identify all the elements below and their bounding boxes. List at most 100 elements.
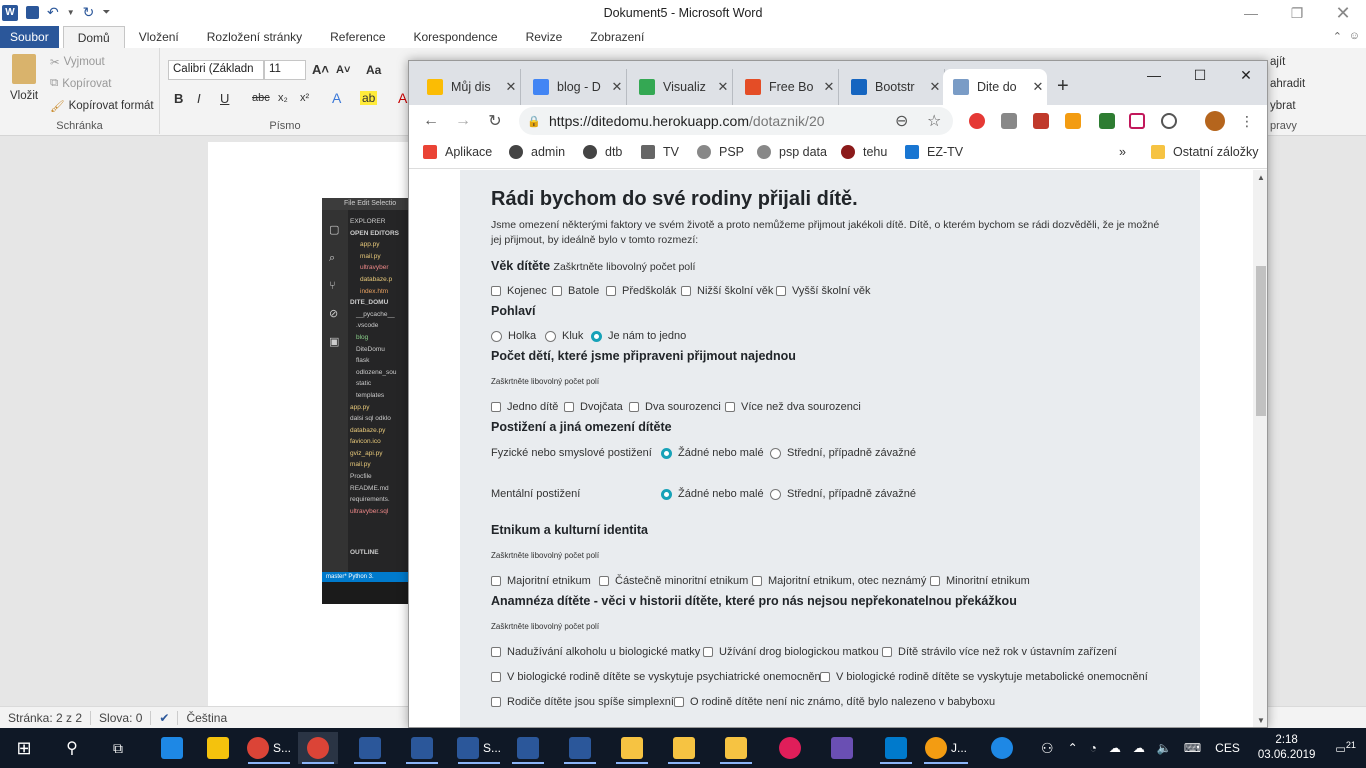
tab-file[interactable]: Soubor (0, 26, 59, 48)
font-name-select[interactable]: Calibri (Základn (168, 60, 264, 80)
checkbox[interactable] (629, 402, 639, 412)
radio-option[interactable]: Střední, případně závažné (770, 447, 916, 459)
notifications-icon[interactable]: ▭21 (1325, 740, 1366, 756)
language-indicator[interactable]: CES (1207, 741, 1248, 755)
radio-option[interactable]: Holka (491, 330, 536, 342)
close-tab-icon[interactable]: ✕ (820, 79, 838, 95)
pocket-ext-icon[interactable] (1129, 113, 1145, 129)
embedded-vscode-image[interactable]: File Edit Selectio ▢ ⌕ ⑂ ⊘ ▣ EXPLORER OPEN E… (322, 198, 412, 604)
drive-ext-icon[interactable] (1001, 113, 1017, 129)
page-scrollbar[interactable]: ▲ ▼ (1253, 170, 1267, 727)
page-count[interactable]: Stránka: 2 z 2 (0, 710, 92, 725)
radio[interactable] (770, 488, 781, 500)
checkbox[interactable] (752, 576, 762, 586)
show-hidden-icon[interactable]: ⌃ (1062, 741, 1084, 755)
italic-icon[interactable]: I (197, 91, 201, 106)
avatar[interactable] (1205, 111, 1225, 131)
format-painter-button[interactable]: 🖌 Kopírovat formát (50, 99, 154, 113)
scroll-up-icon[interactable]: ▲ (1253, 170, 1267, 186)
bookmark-ez-tv[interactable]: EZ-TV (905, 145, 963, 159)
bitly-ext-icon[interactable] (1065, 113, 1081, 129)
paste-button[interactable]: Vložit (10, 90, 38, 102)
checkbox[interactable] (681, 286, 691, 296)
forward-icon[interactable]: → (451, 109, 475, 133)
taskbar-word[interactable] (402, 732, 442, 764)
taskbar-explorer[interactable] (664, 732, 704, 764)
checkbox-option[interactable]: Částečně minoritní etnikum (599, 575, 748, 587)
checkbox-option[interactable]: Vyšší školní věk (776, 285, 870, 297)
menu-icon[interactable]: ⋮ (1235, 109, 1259, 133)
checkbox-option[interactable]: Nadužívání alkoholu u biologické matky (491, 646, 700, 658)
radio-checked[interactable] (661, 447, 672, 459)
bookmark-star-icon[interactable]: ☆ (927, 111, 941, 131)
taskbar-app[interactable] (152, 732, 192, 764)
underline-icon[interactable]: U (220, 91, 229, 106)
text-effects-icon[interactable]: A (332, 90, 341, 106)
checkbox[interactable] (552, 286, 562, 296)
address-bar[interactable]: 🔒 https://ditedomu.herokuapp.com/dotazni… (519, 107, 953, 135)
select-button[interactable]: ybrat (1270, 100, 1296, 112)
chrome-tab[interactable]: Free Bo ✕ (735, 69, 839, 105)
chrome-tab[interactable]: blog - D ✕ (523, 69, 627, 105)
checkbox-option[interactable]: Kojenec (491, 285, 547, 297)
checkbox-option[interactable]: Minoritní etnikum (930, 575, 1030, 587)
replace-button[interactable]: ahradit (1270, 78, 1305, 90)
eyedropper-ext-icon[interactable] (1099, 113, 1115, 129)
new-tab-icon[interactable]: + (1057, 75, 1069, 98)
checkbox[interactable] (491, 576, 501, 586)
minimize-icon[interactable]: — (1228, 0, 1274, 26)
language-indicator[interactable]: Čeština (178, 711, 235, 725)
proofing-icon[interactable]: ✔ (151, 710, 179, 725)
tab-home[interactable]: Domů (62, 26, 125, 48)
other-bookmarks[interactable]: Ostatní záložky (1151, 145, 1258, 159)
tab-view[interactable]: Zobrazení (576, 26, 658, 48)
checkbox-option[interactable]: Předškolák (606, 285, 676, 297)
font-color-icon[interactable]: A (398, 90, 407, 106)
chrome-tab[interactable]: Bootstr ✕ (841, 69, 945, 105)
checkbox[interactable] (930, 576, 940, 586)
checkbox[interactable] (491, 672, 501, 682)
checkbox-option[interactable]: Dva sourozenci (629, 401, 721, 413)
bookmark-tehu[interactable]: tehu (841, 145, 887, 159)
taskbar-word[interactable] (560, 732, 600, 764)
checkbox-option[interactable]: O rodině dítěte není nic známo, dítě byl… (674, 696, 995, 708)
tab-mailings[interactable]: Korespondence (400, 26, 512, 48)
close-tab-icon[interactable]: ✕ (926, 79, 944, 95)
superscript-icon[interactable]: x² (300, 92, 309, 104)
reload-icon[interactable]: ↻ (483, 109, 507, 133)
chrome-minimize-icon[interactable]: — (1131, 61, 1177, 89)
taskbar-app[interactable]: J... (920, 732, 972, 764)
taskbar-app[interactable] (198, 732, 238, 764)
chrome-maximize-icon[interactable]: ☐ (1177, 61, 1223, 89)
checkbox[interactable] (491, 647, 501, 657)
clock[interactable]: 2:18 03.06.2019 (1248, 733, 1326, 763)
change-case-icon[interactable]: Aa (366, 63, 381, 77)
checkbox-option[interactable]: V biologické rodině dítěte se vyskytuje … (820, 671, 1148, 683)
checkbox[interactable] (491, 697, 501, 707)
task-view-icon[interactable]: ⧉ (98, 732, 138, 764)
checkbox[interactable] (491, 286, 501, 296)
subscript-icon[interactable]: x₂ (278, 92, 288, 104)
checkbox[interactable] (703, 647, 713, 657)
taskbar-app[interactable] (822, 732, 862, 764)
taskbar-word[interactable]: S... (454, 732, 504, 764)
checkbox-option[interactable]: Batole (552, 285, 599, 297)
checkbox-option[interactable]: Nižší školní věk (681, 285, 773, 297)
taskbar-chrome[interactable] (298, 732, 338, 764)
taskbar-explorer[interactable] (612, 732, 652, 764)
shrink-font-icon[interactable]: A˅ (336, 64, 350, 76)
checkbox-option[interactable]: Užívání drog biologickou matkou (703, 646, 879, 658)
word-count[interactable]: Slova: 0 (91, 710, 152, 725)
font-size-select[interactable]: 11 (264, 60, 306, 80)
chrome-close-icon[interactable]: ✕ (1223, 61, 1267, 89)
radio-option-selected[interactable]: Je nám to jedno (591, 330, 686, 342)
checkbox[interactable] (606, 286, 616, 296)
radio-option[interactable]: Střední, případně závažné (770, 488, 916, 500)
close-tab-icon[interactable]: ✕ (502, 79, 520, 95)
close-tab-icon[interactable]: ✕ (608, 79, 626, 95)
tab-references[interactable]: Reference (316, 26, 399, 48)
collapse-ribbon-icon[interactable]: ⌃ (1333, 30, 1342, 43)
checkbox-option[interactable]: Dvojčata (564, 401, 623, 413)
bold-icon[interactable]: B (174, 91, 183, 106)
bookmark-psp-data[interactable]: psp data (757, 145, 827, 159)
